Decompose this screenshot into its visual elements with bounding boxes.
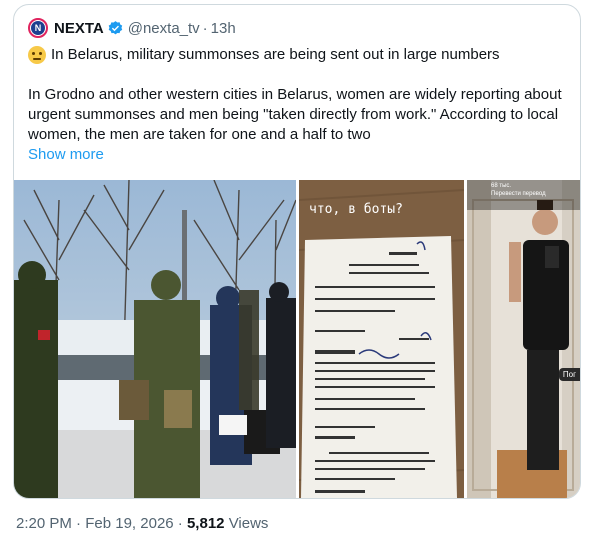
- instagram-subtitle: Перевести перевод: [491, 191, 546, 197]
- document-caption: что, в боты?: [309, 202, 403, 217]
- tweet-text: In Belarus, military summonses are being…: [28, 45, 573, 165]
- show-more-link[interactable]: Show more: [28, 145, 573, 165]
- author-handle[interactable]: @nexta_tv: [128, 20, 200, 37]
- header-separator: ·: [202, 19, 208, 37]
- post-time[interactable]: 2:20 PM: [16, 515, 72, 532]
- photo-mirror-selfie[interactable]: 68 тыс. Перевести перевод Пог: [467, 180, 580, 498]
- photo-soldiers-street-image: [14, 180, 296, 498]
- instagram-handle: 68 тыс.: [491, 183, 512, 189]
- author-name[interactable]: NEXTA: [54, 20, 104, 37]
- footer-separator: ·: [76, 515, 82, 532]
- photo-summons-document[interactable]: что, в боты?: [299, 180, 464, 498]
- views-count: 5,812: [186, 515, 225, 532]
- tweet-timestamp[interactable]: 13h: [211, 20, 236, 37]
- post-date[interactable]: Feb 19, 2026: [85, 515, 173, 532]
- tweet-header: N NEXTA @nexta_tv · 13h: [28, 17, 236, 39]
- media-gallery: что, в боты? 68 тыс. Перевести перевод П…: [14, 180, 580, 498]
- instagram-tag: Пог: [558, 368, 580, 381]
- thinking-face-emoji: [28, 46, 46, 64]
- verified-badge-icon: [108, 20, 122, 34]
- footer-separator: ·: [177, 515, 183, 532]
- photo-soldiers-street[interactable]: [14, 180, 296, 498]
- tweet-footer: 2:20 PM · Feb 19, 2026 · 5,812 Views: [16, 515, 268, 532]
- photo-mirror-selfie-image: [467, 180, 580, 498]
- photo-summons-document-image: [299, 180, 464, 498]
- tweet-body: In Grodno and other western cities in Be…: [28, 86, 562, 143]
- tweet-card[interactable]: N NEXTA @nexta_tv · 13h In Belarus, mili…: [13, 4, 581, 499]
- tweet-headline: In Belarus, military summonses are being…: [51, 46, 500, 63]
- nexta-logo-icon[interactable]: N: [28, 18, 48, 38]
- views-label: Views: [228, 515, 269, 532]
